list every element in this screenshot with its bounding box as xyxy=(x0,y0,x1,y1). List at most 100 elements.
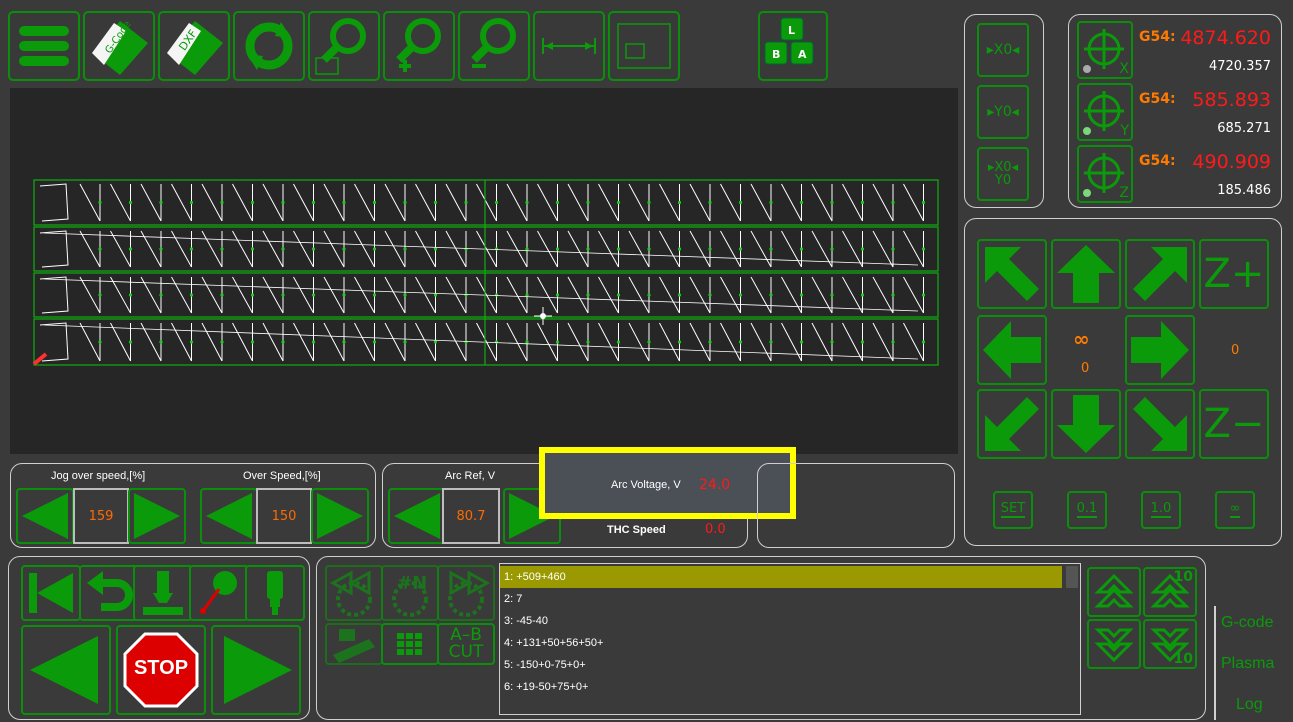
pierce-point xyxy=(616,340,621,344)
goto-line-button[interactable]: #N xyxy=(381,565,439,621)
refresh-button[interactable] xyxy=(233,11,305,81)
gcode-line[interactable]: 2: 7 xyxy=(500,588,1080,610)
pierce-point xyxy=(891,200,895,205)
over-speed-increase-button[interactable] xyxy=(311,488,369,544)
torch-down-button[interactable] xyxy=(133,565,193,621)
gcode-line[interactable]: 4: +131+50+56+50+ xyxy=(500,632,1080,654)
gcode-line[interactable]: 5: -150+0-75+0+ xyxy=(500,654,1080,676)
jog-left-button[interactable] xyxy=(977,315,1047,385)
toolpath-canvas[interactable] xyxy=(10,88,958,454)
zero-x-button[interactable]: ▸X0◂ xyxy=(977,23,1029,77)
pierce-point xyxy=(647,200,651,205)
arrow-down-left-icon xyxy=(985,397,1039,451)
jog-up-right-button[interactable] xyxy=(1125,239,1195,309)
zero-xy-button[interactable]: ▸X0◂ Y0 xyxy=(977,147,1029,201)
gcode-list[interactable]: 1: +509+460 2: 7 3: -45-40 4: +131+50+56… xyxy=(499,563,1081,715)
arc-ref-value[interactable]: 80.7 xyxy=(442,488,500,544)
fit-screen-button[interactable] xyxy=(608,11,680,81)
gcode-line[interactable]: 6: +19-50+75+0+ xyxy=(500,676,1080,698)
jog-down-left-button[interactable] xyxy=(977,389,1047,459)
jog-right-button[interactable] xyxy=(1125,315,1195,385)
step-0-1-button[interactable]: 0.1 xyxy=(1067,491,1107,529)
cut-path xyxy=(201,322,223,362)
scroll-down-10-button[interactable]: 10 xyxy=(1143,619,1197,669)
key-a-label: A xyxy=(798,48,807,61)
cut-path xyxy=(567,230,589,268)
jog-down-right-button[interactable] xyxy=(1125,389,1195,459)
gcode-line-selected[interactable]: 1: +509+460 xyxy=(500,566,1062,588)
step-set-button[interactable]: SET xyxy=(993,491,1033,529)
cut-path xyxy=(842,230,863,268)
step-infinity-button[interactable]: ∞ xyxy=(1215,491,1255,529)
tab-plasma[interactable]: Plasma xyxy=(1221,655,1274,673)
zero-y-button[interactable]: ▸Y0◂ xyxy=(977,85,1029,139)
over-speed-value[interactable]: 150 xyxy=(256,488,312,544)
scroll-down-button[interactable] xyxy=(1087,619,1141,669)
scroll-up-10-button[interactable]: 10 xyxy=(1143,567,1197,617)
jog-z-plus-button[interactable]: Z+ xyxy=(1199,239,1269,309)
zoom-out-button[interactable] xyxy=(458,11,530,81)
go-to-start-button[interactable] xyxy=(21,565,81,621)
arc-ref-decrease-button[interactable] xyxy=(388,488,446,544)
cut-path xyxy=(506,230,528,268)
jog-speed-increase-button[interactable] xyxy=(128,488,186,544)
pierce-button[interactable] xyxy=(189,565,249,621)
pierce-point xyxy=(525,247,529,251)
triangle-right-icon xyxy=(224,636,292,704)
gcode-list-scrollbar[interactable] xyxy=(1066,566,1078,588)
rewind-button[interactable] xyxy=(325,565,383,621)
arc-ref-label: Arc Ref, V xyxy=(445,470,496,482)
cut-path xyxy=(628,276,650,314)
pierce-point xyxy=(830,247,834,251)
gcode-line[interactable]: 3: -45-40 xyxy=(500,610,1080,632)
cut-path xyxy=(903,276,924,314)
stop-button[interactable]: STOP xyxy=(116,625,206,715)
cut-path xyxy=(720,322,741,362)
torch-height-icon xyxy=(143,571,183,615)
jog-speed-decrease-button[interactable] xyxy=(16,488,74,544)
axis-y-button[interactable]: Y xyxy=(1077,83,1133,141)
step-1-0-button[interactable]: 1.0 xyxy=(1141,491,1181,529)
zoom-in-button[interactable] xyxy=(383,11,455,81)
cut-path xyxy=(293,276,314,314)
move-forward-button[interactable] xyxy=(211,625,301,715)
axis-z-button[interactable]: Z xyxy=(1077,145,1133,203)
axis-x-button[interactable]: X xyxy=(1077,21,1133,79)
keyboard-keys-button[interactable]: L B A xyxy=(758,11,828,81)
torch-button[interactable] xyxy=(245,565,305,621)
jog-speed-value[interactable]: 159 xyxy=(73,488,129,544)
pierce-point xyxy=(525,200,529,205)
over-speed-decrease-button[interactable] xyxy=(200,488,258,544)
menu-button[interactable] xyxy=(8,11,80,81)
pierce-point xyxy=(769,200,773,205)
return-button[interactable] xyxy=(79,565,139,621)
cut-path xyxy=(903,183,924,222)
open-dxf-button[interactable]: DXF xyxy=(158,11,230,81)
pierce-point xyxy=(860,340,865,344)
fast-forward-button[interactable] xyxy=(437,565,495,621)
jog-up-button[interactable] xyxy=(1051,239,1121,309)
pierce-point xyxy=(830,293,834,297)
arc-voltage-label: Arc Voltage, V xyxy=(611,479,681,491)
grid-button[interactable] xyxy=(381,623,439,665)
pierce-point xyxy=(189,200,194,205)
cut-path xyxy=(232,322,253,362)
cut-path xyxy=(110,322,131,362)
tab-gcode[interactable]: G-code xyxy=(1221,614,1273,632)
move-back-button[interactable] xyxy=(21,625,111,715)
sheet-align-button[interactable] xyxy=(325,623,383,665)
jog-down-button[interactable] xyxy=(1051,389,1121,459)
zero-xy-label: ▸X0◂ Y0 xyxy=(987,160,1019,188)
jog-up-left-button[interactable] xyxy=(977,239,1047,309)
fit-width-button[interactable] xyxy=(533,11,605,81)
pierce-point xyxy=(403,340,407,344)
pierce-point xyxy=(555,200,560,205)
jog-z-minus-button[interactable]: Z− xyxy=(1199,389,1269,459)
zoom-window-button[interactable] xyxy=(308,11,380,81)
open-gcode-button[interactable]: G-Code xyxy=(83,11,155,81)
scroll-up-button[interactable] xyxy=(1087,567,1141,617)
tab-log[interactable]: Log xyxy=(1236,696,1263,714)
pierce-point xyxy=(98,200,102,205)
ab-cut-button[interactable]: A–B CUT xyxy=(437,623,495,665)
pierce-point xyxy=(372,200,377,205)
